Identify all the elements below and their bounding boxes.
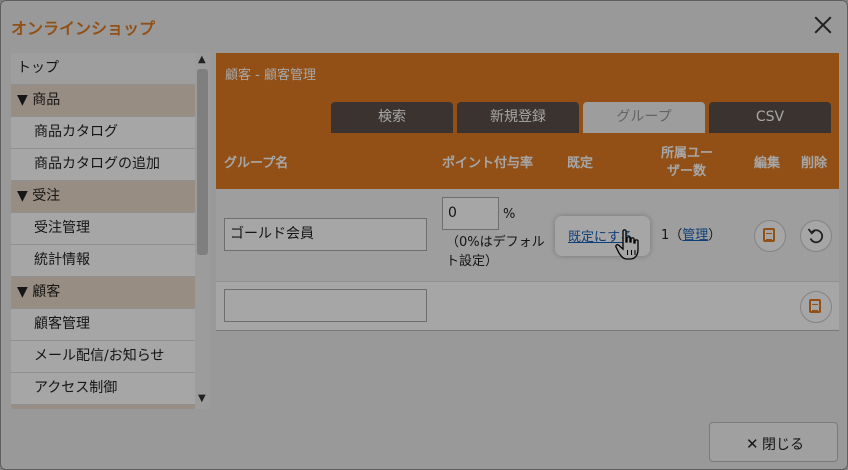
add-icon [809, 299, 821, 313]
scroll-thumb[interactable] [197, 69, 208, 255]
sidebar-item[interactable]: メール配信/お知らせ [11, 341, 195, 373]
col-point-rate: ポイント付与率 [442, 156, 534, 171]
col-members-line2: ザー数 [667, 164, 707, 179]
table-header: グループ名 ポイント付与率 既定 所属ユー ザー数 編集 削除 [216, 141, 839, 189]
tab-group[interactable]: グループ [583, 102, 705, 133]
point-note-line1: （0%はデフォル [446, 235, 545, 250]
table-row-new [216, 282, 839, 331]
main-panel: 顧客 - 顧客管理 検索 新規登録 グループ CSV グループ名 ポイント付与率… [216, 53, 839, 413]
tab-csv[interactable]: CSV [709, 102, 831, 133]
undo-button[interactable] [800, 220, 832, 252]
edit-icon [763, 228, 775, 242]
main-header: 顧客 - 顧客管理 検索 新規登録 グループ CSV [216, 53, 839, 141]
scroll-up-icon[interactable]: ▲ [198, 55, 206, 65]
col-group-name: グループ名 [224, 156, 289, 171]
sidebar-item[interactable]: アクセス制御 [11, 373, 195, 405]
close-icon[interactable] [811, 13, 835, 37]
scroll-down-icon[interactable]: ▼ [198, 394, 206, 404]
close-button-label: 閉じる [762, 437, 804, 453]
tab-search[interactable]: 検索 [331, 102, 453, 133]
sidebar-item[interactable] [11, 405, 195, 409]
sidebar-item[interactable]: 統計情報 [11, 245, 195, 277]
col-delete: 削除 [801, 156, 828, 171]
group-name-input[interactable]: ゴールド会員 [224, 218, 427, 251]
edit-button[interactable] [754, 220, 786, 252]
sidebar-item[interactable]: 顧客管理 [11, 309, 195, 341]
sidebar-item[interactable]: ▼ 受注 [11, 181, 195, 213]
col-members-line1: 所属ユー [661, 146, 714, 161]
close-x-icon: ✕ [746, 435, 759, 453]
col-default: 既定 [567, 156, 594, 171]
sidebar-item[interactable]: 受注管理 [11, 213, 195, 245]
sidebar: トップ ▼ 商品 商品カタログ 商品カタログの追加 ▼ 受注 受注管理 統計情報 ▼ 顧客 顧客… [11, 53, 195, 409]
sidebar-item[interactable]: トップ [11, 53, 195, 85]
add-button[interactable] [800, 291, 832, 323]
hand-cursor-icon [615, 229, 639, 260]
members-count-value: 1（ [661, 228, 683, 243]
undo-icon [807, 228, 824, 244]
members-count: 1（管理） [661, 226, 721, 245]
point-note-line2: ト設定） [446, 254, 499, 269]
title-bar: オンラインショップ [1, 1, 847, 49]
close-button[interactable]: ✕ 閉じる [709, 422, 838, 462]
sidebar-item[interactable]: ▼ 商品 [11, 85, 195, 117]
table-row: ゴールド会員 0 % （0%はデフォル ト設定） 既定にする 1（管理） [216, 189, 839, 282]
breadcrumb: 顧客 - 顧客管理 [225, 68, 316, 83]
sidebar-item[interactable]: 商品カタログ [11, 117, 195, 149]
members-count-close: ） [708, 228, 722, 243]
sidebar-item[interactable]: 商品カタログの追加 [11, 149, 195, 181]
manage-link[interactable]: 管理 [682, 228, 708, 243]
point-rate-input[interactable]: 0 [442, 197, 499, 230]
sidebar-scrollbar[interactable]: ▲ ▼ [195, 53, 210, 409]
sidebar-item[interactable]: ▼ 顧客 [11, 277, 195, 309]
dialog-window: オンラインショップ トップ ▼ 商品 商品カタログ 商品カタログの追加 ▼ 受注 受注管理… [0, 0, 848, 470]
new-group-name-input[interactable] [224, 289, 427, 322]
col-edit: 編集 [754, 156, 781, 171]
percent-label: % [503, 207, 516, 222]
window-title: オンラインショップ [11, 19, 156, 38]
tab-new-registration[interactable]: 新規登録 [457, 102, 579, 133]
